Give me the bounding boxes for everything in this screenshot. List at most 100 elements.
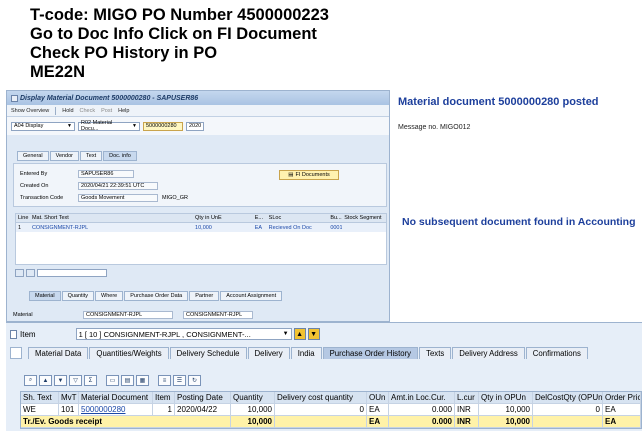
total-amount-cell: 0.000 xyxy=(389,416,455,427)
document-number-input[interactable]: 5000000280 xyxy=(143,121,183,131)
total-empty-cell xyxy=(533,416,603,427)
column-header[interactable]: MvT xyxy=(59,392,79,403)
total-currency-cell: INR xyxy=(455,416,479,427)
export-icon[interactable]: ▤ xyxy=(121,375,134,386)
tab-vendor[interactable]: Vendor xyxy=(49,151,80,161)
action-select[interactable]: A04 Display ▼ xyxy=(11,121,75,131)
table-row[interactable]: WE 101 5000000280 1 2020/04/22 10,000 0 … xyxy=(21,404,641,416)
year-input[interactable]: 2020 xyxy=(186,121,204,131)
line-cell: 1 xyxy=(18,224,22,231)
material-field: CONSIGNMENT-RJPL xyxy=(83,311,173,319)
toolbar-divider xyxy=(55,106,57,115)
item-cell: 1 xyxy=(153,404,175,415)
transaction-code-label: Transaction Code xyxy=(20,195,64,201)
tab-confirmations[interactable]: Confirmations xyxy=(525,347,588,359)
created-on-field: 2020/04/21 22:39:51 UTC xyxy=(78,182,158,190)
mvt-cell: 101 xyxy=(59,404,79,415)
currency-cell: INR xyxy=(455,404,479,415)
column-header[interactable]: Sh. Text xyxy=(21,392,59,403)
reference-select[interactable]: R02 Material Docu... ▼ xyxy=(78,120,140,132)
grid-navigation xyxy=(15,269,107,277)
tab-text[interactable]: Text xyxy=(80,151,103,161)
posting-date-cell: 2020/04/22 xyxy=(175,404,231,415)
tab-india[interactable]: India xyxy=(290,347,322,359)
help-button[interactable]: Help xyxy=(118,108,129,114)
show-overview-button[interactable]: Show Overview xyxy=(11,108,49,114)
sort-descending-icon[interactable]: ▼ xyxy=(54,375,67,386)
tab-texts[interactable]: Texts xyxy=(419,347,452,359)
item-row: Item 1 [ 10 ] CONSIGNMENT-RJPL , CONSIGN… xyxy=(10,328,320,340)
column-header[interactable]: Order Pric xyxy=(603,392,641,403)
qty-cell: 10,000 xyxy=(195,224,212,231)
details-icon[interactable]: ⌕ xyxy=(24,375,37,386)
migo-header-row: A04 Display ▼ R02 Material Docu... ▼ 50000… xyxy=(7,117,389,135)
sort-ascending-icon[interactable]: ▲ xyxy=(39,375,52,386)
column-header[interactable]: Delivery cost quantity xyxy=(275,392,367,403)
tab-general[interactable]: General xyxy=(17,151,49,161)
layout-icon[interactable]: ≡ xyxy=(158,375,171,386)
column-header[interactable]: DelCostQty (OPUn) xyxy=(533,392,603,403)
fi-documents-button[interactable]: ▤ FI Documents xyxy=(279,170,339,180)
spreadsheet-icon[interactable]: ▦ xyxy=(136,375,149,386)
item-select-value: 1 [ 10 ] CONSIGNMENT-RJPL , CONSIGNMENT-… xyxy=(78,329,251,339)
table-row[interactable]: 1 CONSIGNMENT-RJPL 10,000 EA Recieved On… xyxy=(16,223,386,232)
next-item-button[interactable]: ▼ xyxy=(307,328,320,340)
column-header[interactable]: Amt.in Loc.Cur. xyxy=(389,392,455,403)
detail-tabs: Material Quantity Where Purchase Order D… xyxy=(29,291,283,301)
check-button[interactable]: Check xyxy=(80,108,96,114)
refresh-icon[interactable]: ↻ xyxy=(188,375,201,386)
item-grid-header: Line Mat. Short Text Qty in UnE E... SLo… xyxy=(16,214,386,223)
tab-purchase-order-data[interactable]: Purchase Order Data xyxy=(124,291,189,301)
filter-icon[interactable]: ▽ xyxy=(69,375,82,386)
history-header-row: Sh. Text MvT Material Document Item Post… xyxy=(21,392,641,404)
column-header[interactable]: OUn xyxy=(367,392,389,403)
delcostqty-cell: 0 xyxy=(533,404,603,415)
tab-where[interactable]: Where xyxy=(95,291,124,301)
tab-material-data[interactable]: Material Data xyxy=(28,347,89,359)
line-search-input[interactable] xyxy=(37,269,107,277)
tab-partner[interactable]: Partner xyxy=(189,291,220,301)
tab-delivery[interactable]: Delivery xyxy=(247,347,290,359)
material-label: Material xyxy=(13,312,33,318)
column-header: E... xyxy=(254,215,263,221)
reference-value: R02 Material Docu... xyxy=(81,120,113,132)
tab-delivery-address[interactable]: Delivery Address xyxy=(452,347,525,359)
total-row: Tr./Ev. Goods receipt 10,000 EA 0.000 IN… xyxy=(21,416,641,428)
fi-documents-label: FI Documents xyxy=(295,172,330,178)
tab-delivery-schedule[interactable]: Delivery Schedule xyxy=(169,347,247,359)
item-select[interactable]: 1 [ 10 ] CONSIGNMENT-RJPL , CONSIGNMENT-… xyxy=(75,328,292,340)
window-icon xyxy=(11,94,18,102)
print-icon[interactable]: ▭ xyxy=(106,375,119,386)
column-header[interactable]: Posting Date xyxy=(175,392,231,403)
tab-quantity[interactable]: Quantity xyxy=(61,291,95,301)
qty-opun-cell: 10,000 xyxy=(479,404,533,415)
column-header[interactable]: L.cur xyxy=(455,392,479,403)
material-document-link[interactable]: 5000000280 xyxy=(79,404,153,415)
tab-account-assignment[interactable]: Account Assignment xyxy=(220,291,283,301)
collapse-icon[interactable] xyxy=(10,347,22,359)
column-header: Qty in UnE xyxy=(195,215,222,221)
collapse-icon[interactable] xyxy=(26,269,35,277)
sum-icon[interactable]: Σ xyxy=(84,375,97,386)
expand-icon[interactable] xyxy=(15,269,24,277)
total-empty-cell xyxy=(275,416,367,427)
select-layout-icon[interactable]: ☰ xyxy=(173,375,186,386)
tab-purchase-order-history[interactable]: Purchase Order History xyxy=(322,347,419,359)
column-header[interactable]: Qty in OPUn xyxy=(479,392,533,403)
document-icon: ▤ xyxy=(288,172,294,178)
history-toolbar: ⌕ ▲ ▼ ▽ Σ ▭ ▤ ▦ ≡ ☰ ↻ xyxy=(24,375,201,386)
order-price-unit-cell: EA xyxy=(603,404,641,415)
column-header: Stock Segment xyxy=(344,215,382,221)
column-header[interactable]: Material Document xyxy=(79,392,153,403)
previous-item-button[interactable]: ▲ xyxy=(293,328,306,340)
column-header[interactable]: Quantity xyxy=(231,392,275,403)
hold-button[interactable]: Hold xyxy=(62,108,73,114)
column-header[interactable]: Item xyxy=(153,392,175,403)
tab-doc-info[interactable]: Doc. info xyxy=(103,151,137,161)
tab-material[interactable]: Material xyxy=(29,291,61,301)
migo-title-bar: Display Material Document 5000000280 - S… xyxy=(7,91,389,105)
total-oun-cell: EA xyxy=(367,416,389,427)
sh-text-cell: WE xyxy=(21,404,59,415)
post-button[interactable]: Post xyxy=(101,108,112,114)
tab-quantities-weights[interactable]: Quantities/Weights xyxy=(89,347,169,359)
